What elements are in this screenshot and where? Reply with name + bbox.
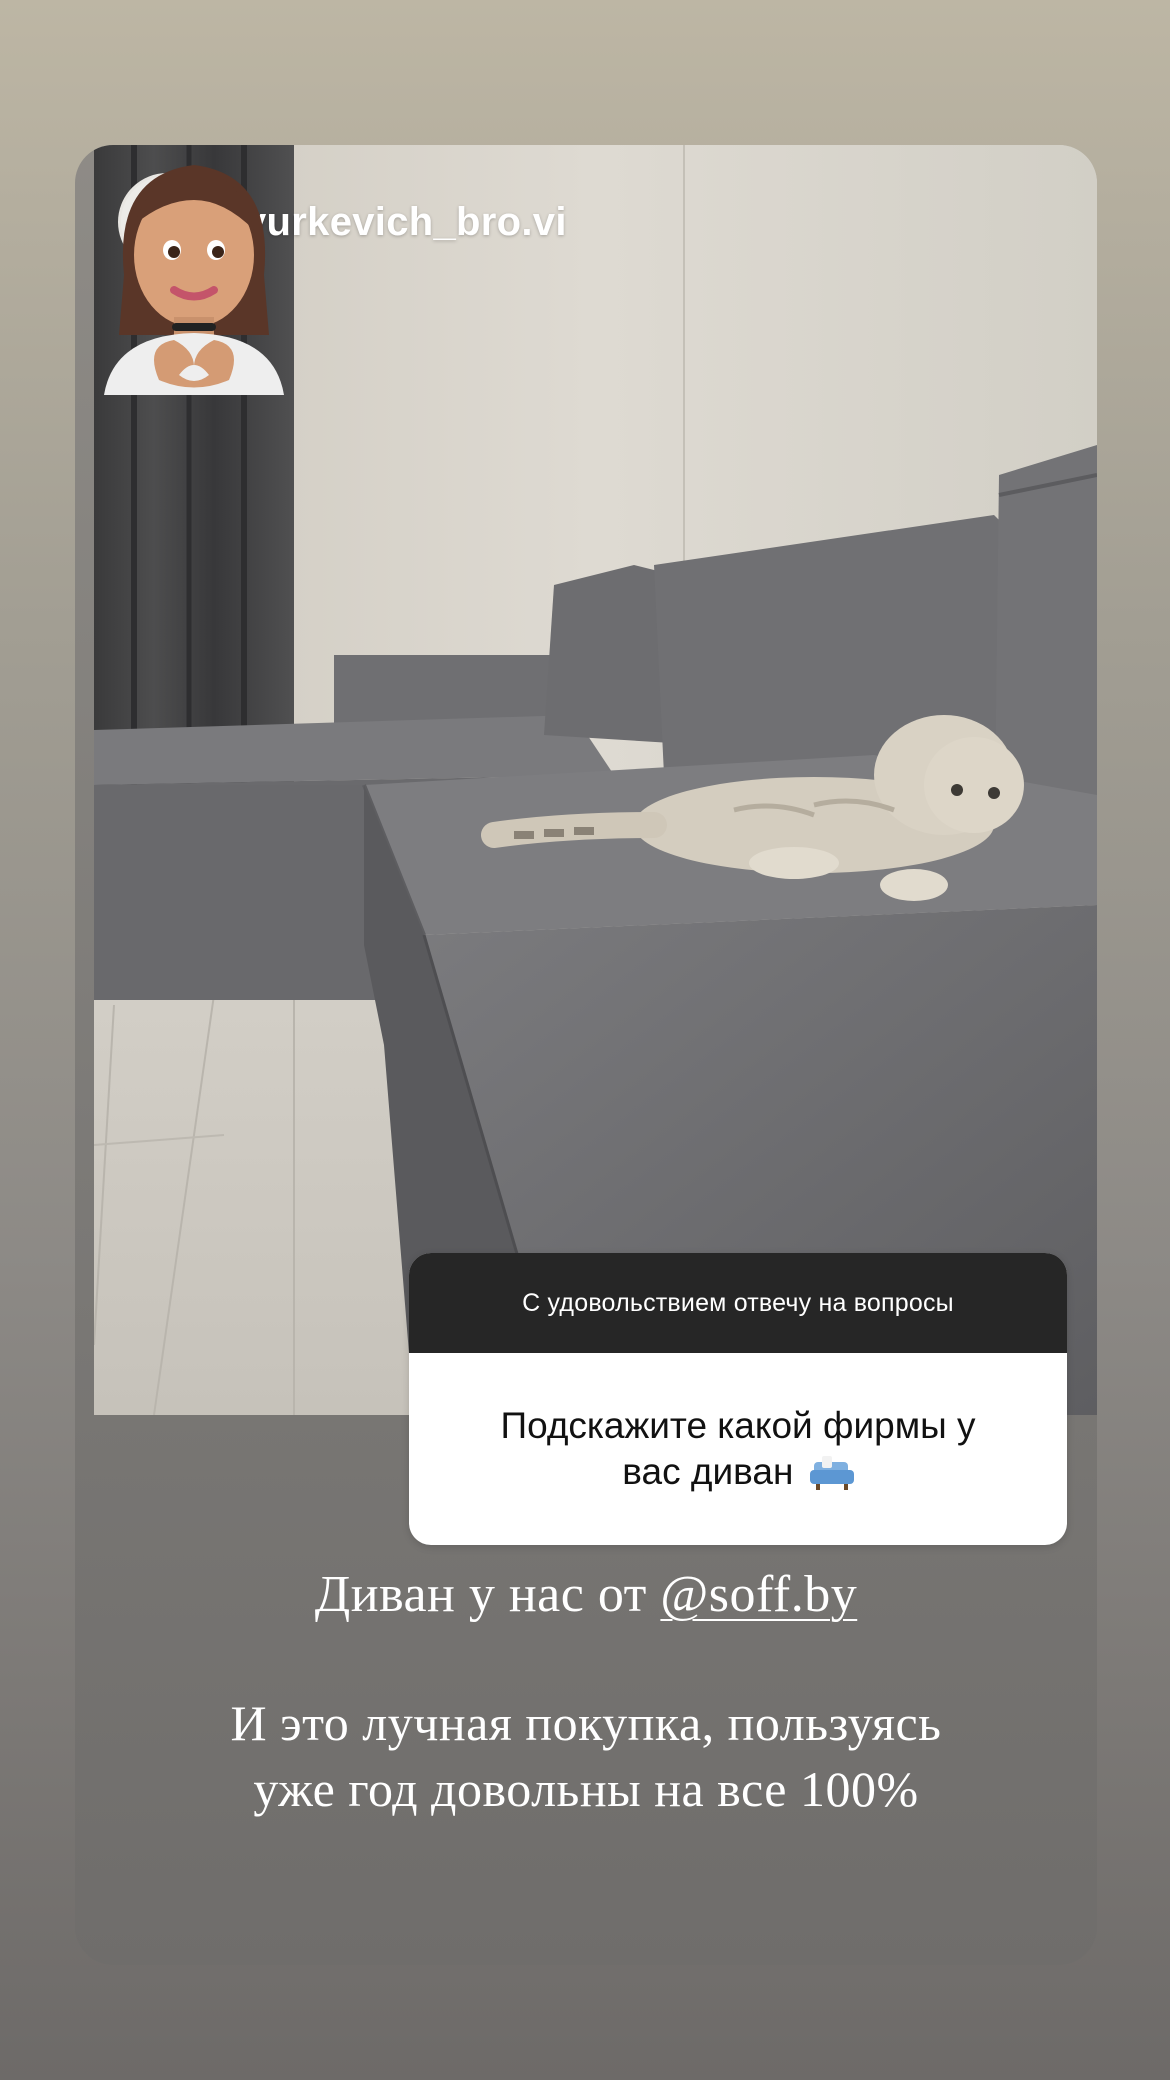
question-line-2: вас диван — [622, 1451, 794, 1492]
caption-block: И это лучная покупка, пользуясь уже год … — [75, 1690, 1097, 1822]
question-sticker[interactable]: С удовольствием отвечу на вопросы Подска… — [409, 1253, 1067, 1545]
question-line-2-wrap: вас диван — [622, 1449, 854, 1495]
memoji-heart-hands-sticker[interactable] — [94, 145, 294, 395]
caption-line-2: И это лучная покупка, пользуясь — [230, 1695, 942, 1751]
caption-line-3: уже год довольны на все 100% — [253, 1761, 919, 1817]
couch-icon — [809, 1456, 854, 1491]
caption-prefix: Диван у нас от — [314, 1566, 661, 1623]
question-text: Подскажите какой фирмы у вас диван — [409, 1353, 1067, 1545]
story-photo: yurkevich_bro.vi — [94, 145, 1097, 1415]
caption-line-1: Диван у нас от @soff.by — [75, 1565, 1097, 1624]
story-card[interactable]: yurkevich_bro.vi С удовольствием отвечу … — [75, 145, 1097, 1965]
mention-link[interactable]: @soff.by — [660, 1566, 857, 1623]
question-line-1: Подскажите какой фирмы у — [500, 1405, 976, 1446]
question-sticker-header: С удовольствием отвечу на вопросы — [409, 1253, 1067, 1353]
